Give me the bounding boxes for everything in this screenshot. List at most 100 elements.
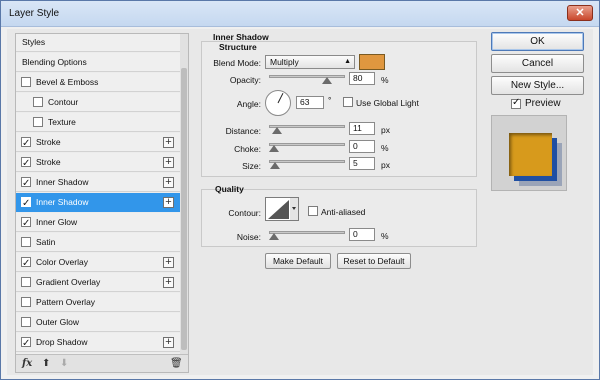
distance-slider[interactable] (269, 122, 345, 134)
add-effect-icon[interactable]: + (163, 197, 174, 208)
sidebar-item-label: Bevel & Emboss (36, 77, 99, 87)
style-enable-checkbox[interactable] (21, 237, 31, 247)
sidebar-item-gradient-overlay[interactable]: Gradient Overlay + (16, 273, 180, 292)
noise-label: Noise: (236, 232, 261, 242)
opacity-slider-track (269, 75, 345, 78)
size-unit: px (381, 160, 390, 170)
style-enable-checkbox[interactable] (21, 255, 31, 273)
sidebar-item-color-overlay[interactable]: Color Overlay + (16, 253, 180, 273)
contour-picker[interactable] (265, 197, 299, 221)
blend-mode-label: Blend Mode: (213, 58, 261, 68)
preview-fill-layer (509, 133, 552, 176)
make-default-button[interactable]: Make Default (265, 253, 331, 269)
styles-list-scrollbar[interactable] (180, 34, 188, 354)
size-slider-thumb[interactable] (270, 162, 281, 169)
move-up-icon[interactable]: ⬆ (42, 358, 50, 369)
choke-field[interactable]: 0 (349, 140, 375, 153)
angle-field[interactable]: 63 (296, 96, 324, 109)
size-slider-track (269, 160, 345, 163)
choke-slider[interactable] (269, 140, 345, 152)
sidebar-item-texture[interactable]: Texture (16, 113, 180, 132)
opacity-field[interactable]: 80 (349, 72, 375, 85)
sidebar-item-stroke[interactable]: Stroke + (16, 153, 180, 173)
sidebar-item-pattern-overlay[interactable]: Pattern Overlay (16, 293, 180, 312)
sidebar-item-outer-glow[interactable]: Outer Glow (16, 313, 180, 332)
sidebar-item-drop-shadow[interactable]: Drop Shadow + (16, 333, 180, 353)
style-enable-checkbox[interactable] (21, 195, 31, 213)
shadow-color-swatch[interactable] (359, 54, 385, 70)
close-button[interactable]: ✕ (567, 5, 593, 21)
sidebar-item-label: Texture (48, 117, 76, 127)
scrollbar-thumb[interactable] (181, 68, 187, 350)
sidebar-item-bevel-emboss[interactable]: Bevel & Emboss (16, 73, 180, 92)
style-enable-checkbox[interactable] (33, 97, 43, 107)
trash-icon[interactable]: 🗑 (170, 358, 183, 369)
noise-field[interactable]: 0 (349, 228, 375, 241)
add-effect-icon[interactable]: + (163, 157, 174, 168)
noise-slider[interactable] (269, 228, 345, 240)
sidebar-item-stroke[interactable]: Stroke + (16, 133, 180, 153)
fx-icon[interactable]: fx (22, 358, 32, 369)
new-style-button[interactable]: New Style... (491, 76, 584, 95)
opacity-slider-thumb[interactable] (321, 77, 332, 84)
move-down-icon[interactable]: ⬇ (60, 358, 68, 369)
angle-dial[interactable] (265, 90, 291, 116)
structure-title: Structure (219, 42, 257, 52)
sidebar-item-inner-glow[interactable]: Inner Glow (16, 213, 180, 233)
style-enable-checkbox[interactable] (21, 135, 31, 153)
contour-label: Contour: (228, 208, 261, 218)
sidebar-item-label: Satin (36, 237, 56, 247)
preview-label: Preview (525, 98, 561, 109)
style-enable-checkbox[interactable] (21, 215, 31, 233)
anti-aliased-checkbox[interactable] (308, 206, 318, 216)
noise-slider-track (269, 231, 345, 234)
preview-checkbox[interactable] (511, 97, 521, 109)
dialog-body: Styles Blending Options Bevel & Emboss Cont… (7, 29, 593, 375)
inner-shadow-title: Inner Shadow (213, 32, 269, 42)
add-effect-icon[interactable]: + (163, 277, 174, 288)
style-enable-checkbox[interactable] (33, 117, 43, 127)
size-field[interactable]: 5 (349, 157, 375, 170)
sidebar-item-blending-options[interactable]: Blending Options (16, 53, 180, 72)
style-enable-checkbox[interactable] (21, 277, 31, 287)
blend-mode-select[interactable]: Multiply ▲ (265, 55, 355, 69)
use-global-light-label: Use Global Light (356, 98, 419, 108)
add-effect-icon[interactable]: + (163, 137, 174, 148)
add-effect-icon[interactable]: + (163, 257, 174, 268)
cancel-button[interactable]: Cancel (491, 54, 584, 73)
noise-slider-thumb[interactable] (269, 233, 279, 240)
sidebar-item-label: Blending Options (22, 57, 87, 67)
sidebar-item-inner-shadow[interactable]: Inner Shadow + (16, 193, 180, 213)
style-enable-checkbox[interactable] (21, 317, 31, 327)
ok-button[interactable]: OK (491, 32, 584, 51)
anti-aliased-label: Anti-aliased (321, 207, 366, 217)
style-enable-checkbox[interactable] (21, 297, 31, 307)
distance-label: Distance: (225, 126, 261, 136)
opacity-slider[interactable] (269, 72, 345, 84)
choke-slider-thumb[interactable] (269, 145, 279, 152)
sidebar-item-contour[interactable]: Contour (16, 93, 180, 112)
add-effect-icon[interactable]: + (163, 337, 174, 348)
styles-list-toolbar: fx ⬆ ⬇ 🗑 (16, 354, 188, 372)
sidebar-item-satin[interactable]: Satin (16, 233, 180, 252)
choke-unit: % (381, 143, 389, 153)
style-enable-checkbox[interactable] (21, 335, 31, 353)
size-slider[interactable] (269, 157, 345, 169)
sidebar-item-label: Stroke (36, 157, 61, 167)
sidebar-item-label: Inner Glow (36, 217, 78, 227)
add-effect-icon[interactable]: + (163, 177, 174, 188)
style-enable-checkbox[interactable] (21, 155, 31, 173)
distance-field[interactable]: 11 (349, 122, 375, 135)
style-enable-checkbox[interactable] (21, 77, 31, 87)
quality-title: Quality (215, 184, 244, 194)
sidebar-item-label: Pattern Overlay (36, 297, 96, 307)
sidebar-item-label: Gradient Overlay (36, 277, 101, 287)
style-enable-checkbox[interactable] (21, 175, 31, 193)
reset-to-default-button[interactable]: Reset to Default (337, 253, 411, 269)
title-bar: Layer Style ✕ (1, 1, 599, 27)
angle-unit: ° (328, 95, 332, 105)
use-global-light-checkbox[interactable] (343, 97, 353, 107)
sidebar-item-styles[interactable]: Styles (16, 34, 180, 52)
sidebar-item-inner-shadow[interactable]: Inner Shadow + (16, 173, 180, 193)
distance-slider-thumb[interactable] (271, 127, 282, 134)
